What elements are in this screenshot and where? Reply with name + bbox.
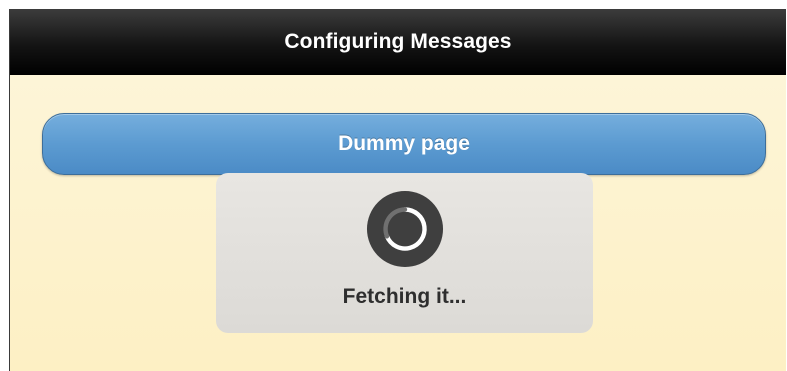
spinner-icon xyxy=(366,190,443,268)
app-frame: Configuring Messages Dummy page Fetching… xyxy=(9,9,786,371)
header-bar: Configuring Messages xyxy=(10,9,786,75)
page-content: Dummy page Fetching it... xyxy=(10,75,786,371)
dummy-page-button[interactable]: Dummy page xyxy=(42,113,766,175)
dummy-page-button-label: Dummy page xyxy=(338,132,470,155)
page-title: Configuring Messages xyxy=(284,30,512,53)
loading-message: Fetching it... xyxy=(342,285,467,308)
loading-dialog: Fetching it... xyxy=(216,173,593,333)
